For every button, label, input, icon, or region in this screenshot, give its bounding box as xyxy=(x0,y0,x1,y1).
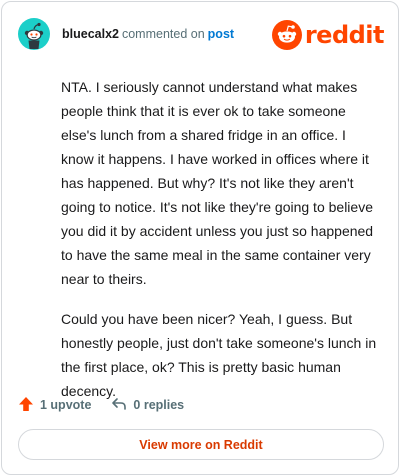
reddit-wordmark: reddit xyxy=(304,21,385,49)
upvote-button[interactable]: 1 upvote xyxy=(18,396,91,415)
comment-actions: 1 upvote 0 replies xyxy=(18,394,184,416)
comment-paragraph: Could you have been nicer? Yeah, I guess… xyxy=(61,311,377,399)
comment-header: bluecalx2 commented on post reddit xyxy=(18,16,385,52)
comment-card: bluecalx2commented onpost reddit NTA. xyxy=(1,1,399,475)
replies-count: 0 replies xyxy=(133,398,185,412)
upvote-arrow-icon xyxy=(18,396,40,415)
upvote-count: 1 upvote xyxy=(40,398,92,412)
reply-arrow-icon xyxy=(111,396,133,415)
reddit-logo[interactable]: reddit xyxy=(271,20,385,50)
username-link[interactable]: bluecalx2 xyxy=(62,27,119,41)
replies-button[interactable]: 0 replies xyxy=(111,396,184,415)
commented-on-text: commented on xyxy=(121,27,205,41)
comment-paragraph: NTA. I seriously cannot understand what … xyxy=(61,79,374,287)
comment-body: NTA. I seriously cannot understand what … xyxy=(61,75,379,419)
comment-meta: bluecalx2 commented on post xyxy=(62,27,234,41)
post-link[interactable]: post xyxy=(208,27,234,41)
snoo-avatar-icon[interactable] xyxy=(18,18,50,50)
view-more-button[interactable]: View more on Reddit xyxy=(18,429,384,460)
reddit-alien-icon xyxy=(271,20,302,50)
